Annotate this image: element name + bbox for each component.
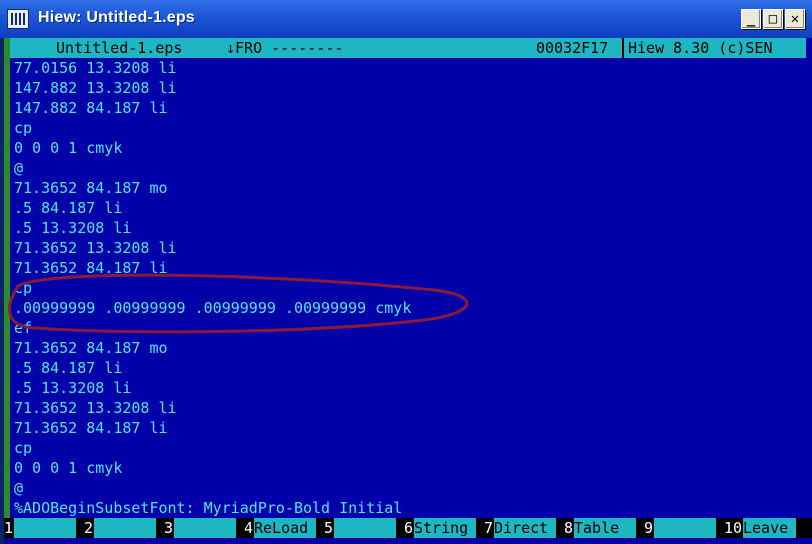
text-line: cp — [14, 279, 33, 297]
fkey-number: 6 — [404, 518, 414, 538]
close-button[interactable]: ✕ — [785, 9, 805, 29]
text-line: 0 0 0 1 cmyk — [14, 459, 123, 477]
fkey-number: 5 — [324, 518, 334, 538]
fkey-1[interactable]: 1 — [4, 518, 84, 538]
fkey-label: Table — [574, 518, 636, 538]
fkey-8[interactable]: 8 Table — [564, 518, 644, 538]
fkey-number: 3 — [164, 518, 174, 538]
text-line: 147.882 84.187 li — [14, 99, 168, 117]
fkey-number: 2 — [84, 518, 94, 538]
text-line: 71.3652 84.187 li — [14, 259, 168, 277]
text-line: 71.3652 84.187 li — [14, 419, 168, 437]
fkey-label: Leave — [743, 518, 796, 538]
text-line: %ADOBeginSubsetFont: MyriadPro-Bold Init… — [14, 499, 403, 517]
status-mode: ↓FRO -------- — [226, 39, 344, 57]
fkey-number: 4 — [244, 518, 254, 538]
fkey-number: 10 — [724, 518, 743, 538]
fkey-label — [174, 518, 236, 538]
text-line: 71.3652 13.3208 li — [14, 239, 177, 257]
fkey-number: 7 — [484, 518, 494, 538]
fkey-5[interactable]: 5 — [324, 518, 404, 538]
status-version: Hiew 8.30 (c)SEN — [628, 39, 773, 57]
maximize-button[interactable]: □ — [763, 9, 783, 29]
fkey-2[interactable]: 2 — [84, 518, 164, 538]
status-offset: 00032F17 — [536, 39, 609, 57]
fkey-label: Direct — [494, 518, 556, 538]
text-line: .5 13.3208 li — [14, 219, 132, 237]
text-line: ef — [14, 319, 33, 337]
title-bar[interactable]: Hiew: Untitled-1.eps _ □ ✕ — [0, 0, 812, 38]
fkey-number: 8 — [564, 518, 574, 538]
fkey-label: String — [414, 518, 476, 538]
window-title: Hiew: Untitled-1.eps — [38, 9, 195, 26]
fkey-number: 9 — [644, 518, 654, 538]
text-line: 71.3652 84.187 mo — [14, 179, 168, 197]
text-line: .5 13.3208 li — [14, 379, 132, 397]
status-separator — [622, 38, 624, 58]
text-line: 71.3652 13.3208 li — [14, 399, 177, 417]
text-line: 0 0 0 1 cmyk — [14, 139, 123, 157]
fkey-label — [94, 518, 156, 538]
text-lines[interactable]: 77.0156 13.3208 li 147.882 13.3208 li 147.… — [14, 58, 411, 518]
fkey-label — [654, 518, 716, 538]
text-line: 71.3652 84.187 mo — [14, 339, 168, 357]
function-key-bar: 1 2 3 4 ReLoad 5 6 String 7 Direct 8 Table 9 10 Leave — [4, 518, 812, 538]
text-line: cp — [14, 439, 33, 457]
fkey-7[interactable]: 7 Direct — [484, 518, 564, 538]
hiew-app-icon[interactable] — [7, 9, 29, 29]
fkey-10[interactable]: 10 Leave — [724, 518, 804, 538]
minimize-button[interactable]: _ — [741, 9, 761, 29]
text-line: .5 84.187 li — [14, 359, 123, 377]
fkey-label: ReLoad — [254, 518, 316, 538]
fkey-6[interactable]: 6 String — [404, 518, 484, 538]
console-area[interactable]: Untitled-1.eps ↓FRO -------- 00032F17 Hi… — [4, 38, 812, 544]
fkey-number: 1 — [4, 518, 14, 538]
text-line: cp — [14, 119, 33, 137]
text-line: .5 84.187 li — [14, 199, 123, 217]
text-line: @ — [14, 479, 24, 497]
text-line: 147.882 13.3208 li — [14, 79, 177, 97]
fkey-label — [14, 518, 76, 538]
text-line: .00999999 .00999999 .00999999 .00999999 … — [14, 299, 412, 317]
text-line: 77.0156 13.3208 li — [14, 59, 177, 77]
fkey-3[interactable]: 3 — [164, 518, 244, 538]
fkey-9[interactable]: 9 — [644, 518, 724, 538]
fkey-label — [334, 518, 396, 538]
app-window: Hiew: Untitled-1.eps _ □ ✕ Untitled-1.ep… — [0, 0, 812, 544]
text-line: @ — [14, 159, 24, 177]
status-filename: Untitled-1.eps — [56, 39, 183, 57]
status-bar: Untitled-1.eps ↓FRO -------- 00032F17 Hi… — [10, 38, 806, 58]
fkey-4[interactable]: 4 ReLoad — [244, 518, 324, 538]
